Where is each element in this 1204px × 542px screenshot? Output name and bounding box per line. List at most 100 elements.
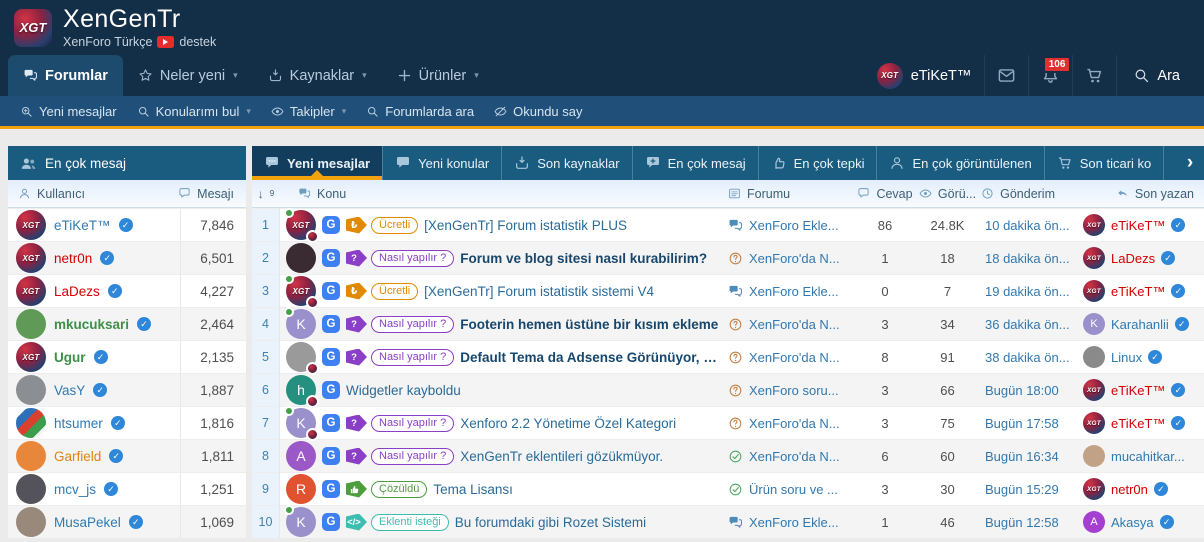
avatar[interactable]: XGT [16,342,46,372]
avatar[interactable] [1083,346,1105,368]
avatar[interactable]: XGT [16,243,46,273]
last-poster-link[interactable]: Akasya [1111,515,1154,530]
username-link[interactable]: Ugur [54,350,86,365]
avatar[interactable] [16,408,46,438]
avatar[interactable]: XGT [1083,478,1105,500]
tab-yeni-mesajlar[interactable]: Yeni mesajlar [252,146,383,180]
alerts-button[interactable]: 106 [1028,55,1072,96]
top-poster-row[interactable]: Garfield✓1,811 [8,439,246,472]
avatar[interactable]: XGT [1083,247,1105,269]
post-time-link[interactable]: 36 dakika ön... [985,317,1070,332]
last-poster-link[interactable]: eTiKeT™ [1111,383,1165,398]
avatar[interactable] [16,507,46,537]
topic-row[interactable]: 3XGTG₺Ücretli[XenGenTr] Forum istatistik… [252,274,1204,307]
tab-yeni-konular[interactable]: Yeni konular [383,146,502,180]
avatar[interactable]: XGT [286,210,316,240]
topic-title-link[interactable]: XenGenTr eklentileri gözükmüyor. [460,449,663,464]
top-poster-row[interactable]: VasY✓1,887 [8,373,246,406]
top-poster-row[interactable]: XGTnetr0n✓6,501 [8,241,246,274]
nav-item-neler-yeni[interactable]: Neler yeni▾ [123,55,253,96]
avatar[interactable] [16,375,46,405]
avatar[interactable] [16,441,46,471]
last-poster-link[interactable]: Linux [1111,350,1142,365]
last-poster-link[interactable]: Karahanlii [1111,317,1169,332]
search-button[interactable]: Ara [1116,55,1196,96]
topic-title-link[interactable]: Bu forumdaki gibi Rozet Sistemi [455,515,646,530]
post-time-link[interactable]: 10 dakika ön... [985,218,1070,233]
post-time-link[interactable]: 18 dakika ön... [985,251,1070,266]
topic-label[interactable]: Nasıl yapılır ? [371,250,454,267]
avatar[interactable]: K [286,507,316,537]
top-poster-row[interactable]: XGTeTiKeT™✓7,846 [8,208,246,241]
avatar[interactable]: K [1083,313,1105,335]
topic-label[interactable]: Ücretli [371,283,418,300]
last-poster-link[interactable]: mucahitkar... [1111,449,1185,464]
avatar[interactable]: A [1083,511,1105,533]
post-time-link[interactable]: 38 dakika ön... [985,350,1070,365]
account-avatar[interactable]: XGT [877,63,903,89]
avatar[interactable]: K [286,408,316,438]
nav-item-forumlar[interactable]: Forumlar [8,55,123,96]
forum-link[interactable]: XenForo'da N... [749,317,840,332]
top-poster-row[interactable]: mcv_js✓1,251 [8,472,246,505]
forum-link[interactable]: Ürün soru ve ... [749,482,838,497]
top-poster-row[interactable]: XGTLaDezs✓4,227 [8,274,246,307]
tab-son-ticari-ko[interactable]: Son ticari ko [1045,146,1165,180]
subnav-item-konularımı-bul[interactable]: Konularımı bul▾ [127,96,261,126]
avatar[interactable]: A [286,441,316,471]
tab-son-kaynaklar[interactable]: Son kaynaklar [502,146,632,180]
topic-title-link[interactable]: Default Tema da Adsense Görünüyor, Diğer… [460,350,720,365]
username-link[interactable]: mcv_js [54,482,96,497]
topic-title-link[interactable]: [XenGenTr] Forum istatistik sistemi V4 [424,284,654,299]
avatar[interactable]: XGT [286,276,316,306]
sort-numeric-icon[interactable]: ↓9 [252,187,280,201]
username-link[interactable]: MusaPekel [54,515,121,530]
username-link[interactable]: htsumer [54,416,103,431]
topic-title-link[interactable]: Xenforo 2.2 Yönetime Özel Kategori [460,416,676,431]
avatar[interactable] [1083,445,1105,467]
topic-title-link[interactable]: Tema Lisansı [433,482,513,497]
topic-row[interactable]: 2G?Nasıl yapılır ?Forum ve blog sitesi n… [252,241,1204,274]
youtube-icon[interactable] [157,36,174,48]
cart-button[interactable] [1072,55,1116,96]
subnav-item-okundu-say[interactable]: Okundu say [484,96,592,126]
post-time-link[interactable]: Bugün 15:29 [985,482,1059,497]
nav-item-ürünler[interactable]: Ürünler▾ [382,55,494,96]
post-time-link[interactable]: Bugün 18:00 [985,383,1059,398]
topic-label[interactable]: Nasıl yapılır ? [371,349,454,366]
avatar[interactable]: XGT [1083,214,1105,236]
topic-title-link[interactable]: [XenGenTr] Forum istatistik PLUS [424,218,627,233]
forum-link[interactable]: XenForo'da N... [749,416,840,431]
tab-en-çok-görüntülenen[interactable]: En çok görüntülenen [877,146,1044,180]
forum-link[interactable]: XenForo soru... [749,383,839,398]
post-time-link[interactable]: Bugün 12:58 [985,515,1059,530]
forum-link[interactable]: XenForo Ekle... [749,218,839,233]
topic-row[interactable]: 1XGTG₺Ücretli[XenGenTr] Forum istatistik… [252,208,1204,241]
topic-row[interactable]: 8AG?Nasıl yapılır ?XenGenTr eklentileri … [252,439,1204,472]
topic-row[interactable]: 7KG?Nasıl yapılır ?Xenforo 2.2 Yönetime … [252,406,1204,439]
username-link[interactable]: LaDezs [54,284,100,299]
top-poster-row[interactable]: htsumer✓1,816 [8,406,246,439]
forum-link[interactable]: XenForo'da N... [749,449,840,464]
topic-row[interactable]: 9RGÇözüldüTema LisansıÜrün soru ve ...33… [252,472,1204,505]
forum-link[interactable]: XenForo Ekle... [749,284,839,299]
last-poster-link[interactable]: eTiKeT™ [1111,416,1165,431]
topic-row[interactable]: 10KG</>Eklenti isteğiBu forumdaki gibi R… [252,505,1204,538]
site-logo[interactable]: XGT [14,9,52,47]
forum-link[interactable]: XenForo'da N... [749,350,840,365]
tabs-scroll-next-button[interactable]: › [1176,146,1204,180]
top-poster-row[interactable]: MusaPekel✓1,069 [8,505,246,538]
top-poster-row[interactable]: XGTUgur✓2,135 [8,340,246,373]
topic-label[interactable]: Çözüldü [371,481,427,498]
topic-title-link[interactable]: Forum ve blog sitesi nasıl kurabilirim? [460,251,707,266]
avatar[interactable]: h [286,375,316,405]
topic-row[interactable]: 5G?Nasıl yapılır ?Default Tema da Adsens… [252,340,1204,373]
avatar[interactable]: K [286,309,316,339]
topic-label[interactable]: Nasıl yapılır ? [371,415,454,432]
avatar[interactable]: R [286,474,316,504]
tab-en-çok-mesaj[interactable]: En çok mesaj [633,146,759,180]
avatar[interactable]: XGT [1083,412,1105,434]
tab-en-çok-tepki[interactable]: En çok tepki [759,146,878,180]
top-poster-row[interactable]: mkucuksari✓2,464 [8,307,246,340]
username-link[interactable]: netr0n [54,251,92,266]
